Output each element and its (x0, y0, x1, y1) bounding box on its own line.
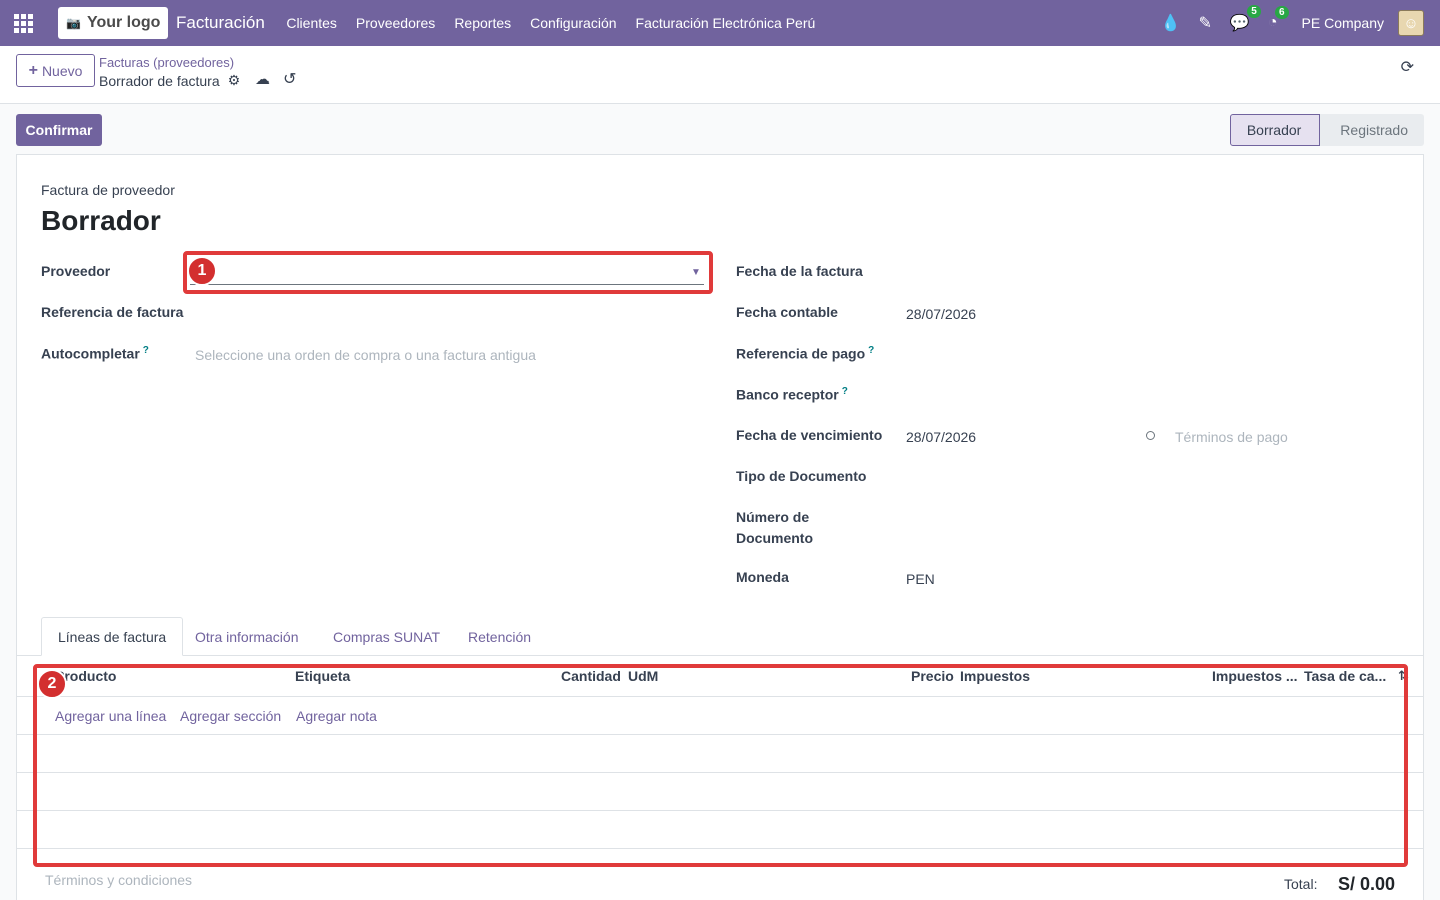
banco-receptor-label-text: Banco receptor (736, 386, 839, 403)
document-type-label: Factura de proveedor (41, 182, 175, 198)
tab-lineas-factura[interactable]: Líneas de factura (41, 617, 184, 656)
fecha-contable-input[interactable]: 28/07/2026 (906, 306, 976, 322)
annotation-marker-2: 2 (37, 669, 67, 699)
apps-menu-icon[interactable] (0, 0, 46, 46)
menu-clientes[interactable]: Clientes (286, 15, 337, 31)
terms-conditions-input[interactable]: Términos y condiciones (45, 872, 192, 888)
banco-receptor-label: Banco receptor? (736, 386, 848, 403)
control-panel: + Nuevo Facturas (proveedores) Borrador … (0, 46, 1440, 104)
terminos-pago-input[interactable]: Términos de pago (1175, 429, 1288, 445)
camera-icon: 📷 (66, 16, 81, 30)
fecha-factura-label: Fecha de la factura (736, 263, 863, 279)
moneda-input[interactable]: PEN (906, 571, 935, 587)
user-avatar[interactable]: ☺ (1398, 10, 1424, 36)
activities-icon[interactable]: ◔ 6 (1268, 6, 1289, 32)
tab-compras-sunat[interactable]: Compras SUNAT (333, 617, 440, 656)
moneda-label: Moneda (736, 569, 789, 585)
menu-proveedores[interactable]: Proveedores (356, 15, 435, 31)
plus-icon: + (28, 61, 38, 79)
menu-facturacion-electronica[interactable]: Facturación Electrónica Perú (636, 15, 816, 31)
logo-text: Your logo (86, 14, 161, 31)
main-menu: Clientes Proveedores Reportes Configurac… (277, 15, 825, 31)
status-registrado[interactable]: Registrado (1320, 114, 1424, 146)
breadcrumb-parent[interactable]: Facturas (proveedores) (99, 55, 234, 70)
total-value: S/ 0.00 (1338, 874, 1396, 894)
confirm-button[interactable]: Confirmar (16, 114, 102, 146)
total-label: Total: (1284, 876, 1318, 892)
fecha-contable-label: Fecha contable (736, 304, 838, 320)
activities-badge: 6 (1274, 6, 1289, 19)
numero-documento-label-line2: Documento (736, 530, 813, 546)
menu-configuracion[interactable]: Configuración (530, 15, 616, 31)
refresh-icon[interactable]: ⟳ (1401, 57, 1414, 77)
menu-reportes[interactable]: Reportes (454, 15, 511, 31)
help-icon[interactable]: ? (842, 386, 848, 397)
autocompletar-input[interactable]: Seleccione una orden de compra o una fac… (195, 347, 536, 363)
fecha-vencimiento-input[interactable]: 28/07/2026 (906, 429, 976, 445)
autocompletar-label-text: Autocompletar (41, 345, 140, 362)
company-switcher[interactable]: PE Company (1302, 15, 1384, 31)
proveedor-label: Proveedor (41, 263, 111, 279)
breadcrumb-current-label: Borrador de factura (99, 72, 220, 89)
new-button-label: Nuevo (41, 62, 83, 79)
referencia-pago-label: Referencia de pago? (736, 345, 874, 362)
numero-documento-label-line1: Número de (736, 509, 810, 525)
app-name[interactable]: Facturación (176, 13, 265, 33)
status-bar: Borrador Registrado (1229, 114, 1424, 146)
gear-icon[interactable]: ⚙ (228, 72, 241, 89)
messages-badge: 5 (1247, 5, 1261, 18)
discard-icon[interactable]: ↺ (283, 69, 296, 89)
page-title: Borrador (41, 205, 161, 236)
tipo-documento-label: Tipo de Documento (736, 468, 867, 484)
annotation-marker-1: 1 (187, 256, 217, 286)
annotation-box-2 (33, 664, 1408, 867)
navbar-systray: 💧 ✎ 💬 5 ◔ 6 PE Company ☺ (1143, 0, 1424, 46)
help-icon[interactable]: ? (868, 345, 874, 356)
company-logo[interactable]: 📷 Your logo (58, 7, 168, 39)
referencia-factura-label: Referencia de factura (41, 304, 184, 320)
tab-otra-informacion[interactable]: Otra información (195, 617, 298, 656)
notebook-tabs: Líneas de factura Otra información Compr… (17, 617, 1423, 656)
referencia-pago-label-text: Referencia de pago (736, 345, 866, 362)
messages-icon[interactable]: 💬 5 (1230, 5, 1261, 33)
autocompletar-label: Autocompletar? (41, 345, 149, 362)
help-icon[interactable]: ? (143, 345, 149, 356)
payment-terms-radio[interactable] (1146, 431, 1155, 440)
annotation-box-1 (183, 251, 713, 294)
status-borrador[interactable]: Borrador (1229, 114, 1321, 146)
fecha-vencimiento-label: Fecha de vencimiento (736, 427, 883, 443)
edit-icon[interactable]: ✎ (1199, 13, 1212, 33)
breadcrumb-current: Borrador de factura ⚙ (99, 72, 240, 89)
top-navbar: 📷 Your logo Facturación Clientes Proveed… (0, 0, 1440, 46)
tab-retencion[interactable]: Retención (468, 617, 531, 656)
drop-icon[interactable]: 💧 (1161, 13, 1181, 33)
cloud-save-icon[interactable]: ☁ (255, 70, 270, 88)
new-button[interactable]: + Nuevo (16, 54, 95, 87)
